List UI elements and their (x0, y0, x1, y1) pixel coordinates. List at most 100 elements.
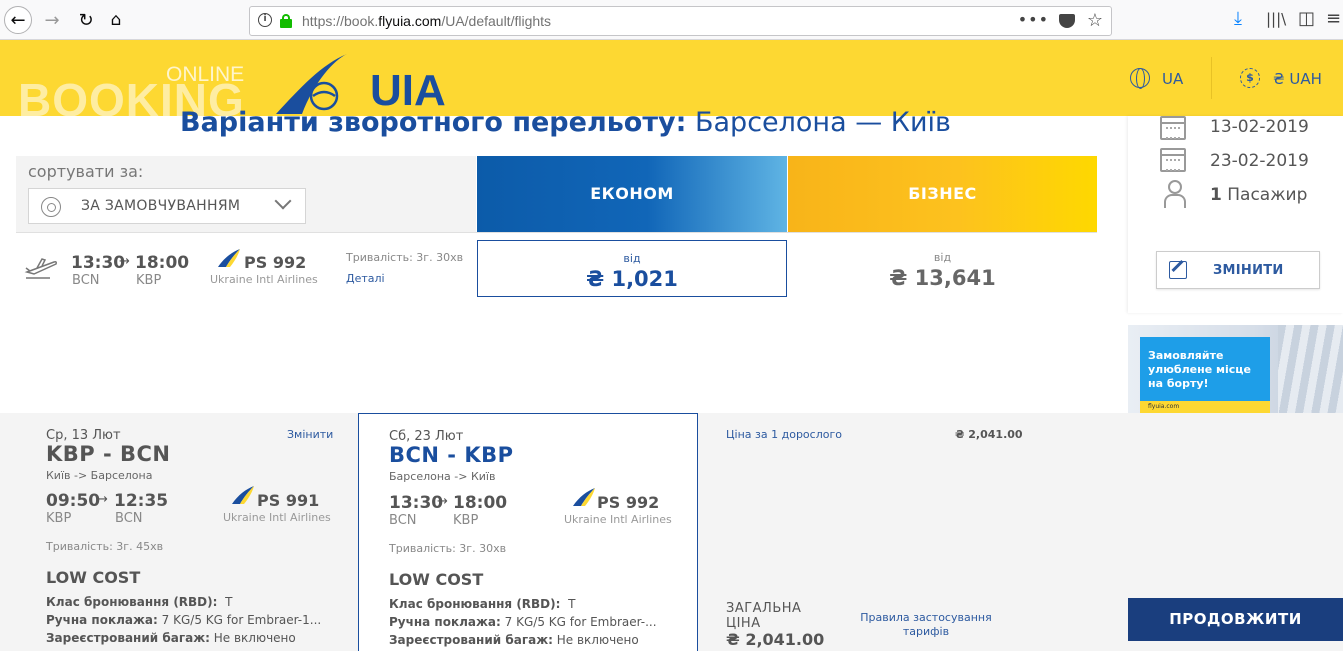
sort-icon (41, 197, 61, 217)
inbound-dep-code: BCN (389, 513, 417, 528)
currency-exchange-icon[interactable]: $ (1240, 68, 1260, 88)
calendar-icon (1160, 148, 1186, 172)
site-header: ONLINE BOOKING UIA UA $ ₴ UAH (0, 40, 1343, 123)
airline-logo-icon (218, 249, 240, 267)
language-selector[interactable]: UA (1162, 70, 1183, 88)
arrival-code: KBP (136, 273, 162, 288)
inbound-arr-time: 18:00 (453, 493, 508, 513)
inbound-arr-code: KBP (453, 513, 479, 528)
summary-passengers: 1 Пасажир (1210, 185, 1308, 205)
inbound-checked-baggage: Зареєстрований багаж: Не включено (389, 633, 639, 647)
reload-button[interactable]: ↻ (72, 6, 100, 34)
browser-toolbar: ← → ↻ ⌂ i https://book.flyuia.com/UA/def… (0, 0, 1343, 40)
proceed-button[interactable]: ПРОДОВЖИТИ (1128, 598, 1343, 641)
outbound-route: KBP - BCN (46, 442, 171, 466)
inbound-cities: Барселона -> Київ (389, 470, 496, 483)
airline-logo-icon (232, 486, 254, 504)
sidebar-icon[interactable]: ◫ (1298, 8, 1315, 29)
outbound-date: Ср, 13 Лют (46, 428, 121, 443)
outbound-hand-baggage: Ручна поклажа: 7 KG/5 KG for Embraer-1..… (46, 613, 322, 627)
forward-button[interactable]: → (38, 6, 66, 34)
departure-code: BCN (72, 273, 100, 288)
arrow-right-icon: → (97, 492, 108, 507)
outbound-dep-code: KBP (46, 511, 72, 526)
chevron-down-icon (274, 192, 292, 210)
inbound-airline: Ukraine Intl Airlines (564, 513, 672, 526)
outbound-arr-time: 12:35 (114, 491, 169, 511)
url-text[interactable]: https://book.flyuia.com/UA/default/fligh… (302, 13, 551, 29)
change-search-label: ЗМІНИТИ (1213, 263, 1284, 278)
calendar-icon (1160, 116, 1186, 140)
arrow-right-icon: → (119, 254, 130, 269)
airline-logo-icon (573, 488, 595, 506)
booking-cart: Ср, 13 Лют Змінити KBP - BCN Київ -> Бар… (0, 413, 1343, 651)
inbound-duration: Тривалість: 3г. 30хв (389, 542, 507, 555)
edit-icon (1169, 261, 1187, 279)
fare-rules-link[interactable]: Правила застосування тарифів (852, 611, 1000, 639)
outbound-segment: Ср, 13 Лют Змінити KBP - BCN Київ -> Бар… (16, 413, 356, 651)
sort-label: сортувати за: (28, 162, 144, 181)
airline-name: Ukraine Intl Airlines (210, 273, 318, 286)
globe-icon[interactable] (1130, 68, 1150, 89)
inbound-fare-class: LOW COST (389, 570, 484, 589)
trip-summary: 13-02-2019 23-02-2019 1 Пасажир ЗМІНИТИ (1128, 116, 1343, 313)
ad-domain: flyuia.com (1140, 401, 1270, 413)
inbound-rbd: Клас бронювання (RBD): T (389, 597, 576, 611)
back-button[interactable]: ← (4, 6, 32, 34)
economy-fare-header[interactable]: ЕКОНОМ (477, 156, 787, 232)
summary-date-in: 23-02-2019 (1210, 151, 1309, 171)
row-divider (16, 232, 1097, 233)
header-divider (1211, 57, 1212, 99)
download-icon[interactable]: ⤓ (1234, 8, 1242, 29)
ad-seats-image (1278, 325, 1343, 413)
pocket-icon[interactable] (1059, 14, 1075, 28)
plane-departure-icon (24, 258, 57, 279)
inbound-segment: Сб, 23 Лют BCN - KBP Барселона -> Київ 1… (358, 413, 698, 651)
outbound-arr-code: BCN (115, 511, 143, 526)
change-outbound-link[interactable]: Змінити (287, 428, 333, 441)
sort-dropdown[interactable]: ЗА ЗАМОВЧУВАННЯМ (28, 188, 306, 224)
business-price-from: від (933, 251, 952, 264)
outbound-airline: Ukraine Intl Airlines (223, 511, 331, 524)
outbound-checked-baggage: Зареєстрований багаж: Не включено (46, 631, 296, 645)
price-per-adult-value: ₴ 2,041.00 (955, 428, 1023, 441)
inbound-dep-time: 13:30 (389, 493, 444, 513)
ad-text: Замовляйте улюблене місце на борту! (1148, 349, 1251, 390)
departure-time: 13:30 (71, 253, 126, 273)
price-per-adult-label[interactable]: Ціна за 1 дорослого (726, 428, 842, 441)
total-price-label: ЗАГАЛЬНА ЦІНА (726, 601, 802, 631)
outbound-dep-time: 09:50 (46, 491, 101, 511)
inbound-hand-baggage: Ручна поклажа: 7 KG/5 KG for Embraer-... (389, 615, 657, 629)
address-bar[interactable]: i https://book.flyuia.com/UA/default/fli… (249, 6, 1112, 36)
details-link[interactable]: Деталі (346, 272, 385, 285)
arrow-right-icon: → (437, 494, 448, 509)
lock-icon (280, 14, 292, 28)
info-icon[interactable]: i (258, 13, 272, 27)
arrival-time: 18:00 (135, 253, 190, 273)
page-actions-icon[interactable]: ••• (1018, 10, 1049, 29)
menu-icon[interactable]: ≡ (1326, 8, 1341, 29)
seat-selection-ad[interactable]: Замовляйте улюблене місце на борту! flyuia… (1128, 325, 1343, 413)
economy-price: ₴ 1,021 (586, 267, 678, 291)
economy-price-from: від (623, 252, 641, 265)
business-price-option[interactable]: від ₴ 13,641 (788, 240, 1097, 297)
change-search-button[interactable]: ЗМІНИТИ (1156, 251, 1320, 289)
passenger-icon (1162, 180, 1186, 210)
outbound-rbd: Клас бронювання (RBD): T (46, 595, 233, 609)
flight-number: PS 992 (244, 253, 307, 272)
flight-duration: Тривалість: 3г. 30хв (346, 251, 464, 264)
outbound-duration: Тривалість: 3г. 45хв (46, 540, 164, 553)
home-button[interactable]: ⌂ (102, 6, 130, 34)
bookmark-star-icon[interactable]: ☆ (1087, 10, 1103, 31)
summary-date-out: 13-02-2019 (1210, 117, 1309, 137)
outbound-flight-number: PS 991 (257, 491, 320, 510)
business-fare-header[interactable]: БІЗНЕС (788, 156, 1097, 232)
total-price-value: ₴ 2,041.00 (726, 630, 825, 649)
sort-panel: сортувати за: ЗА ЗАМОВЧУВАННЯМ (16, 156, 476, 233)
library-icon[interactable]: |||\ (1266, 10, 1286, 28)
currency-selector[interactable]: ₴ UAH (1273, 70, 1322, 88)
business-price: ₴ 13,641 (889, 266, 996, 290)
inbound-route: BCN - KBP (389, 443, 514, 467)
sort-selected-value: ЗА ЗАМОВЧУВАННЯМ (81, 198, 241, 214)
economy-price-option[interactable]: від ₴ 1,021 (477, 240, 787, 297)
